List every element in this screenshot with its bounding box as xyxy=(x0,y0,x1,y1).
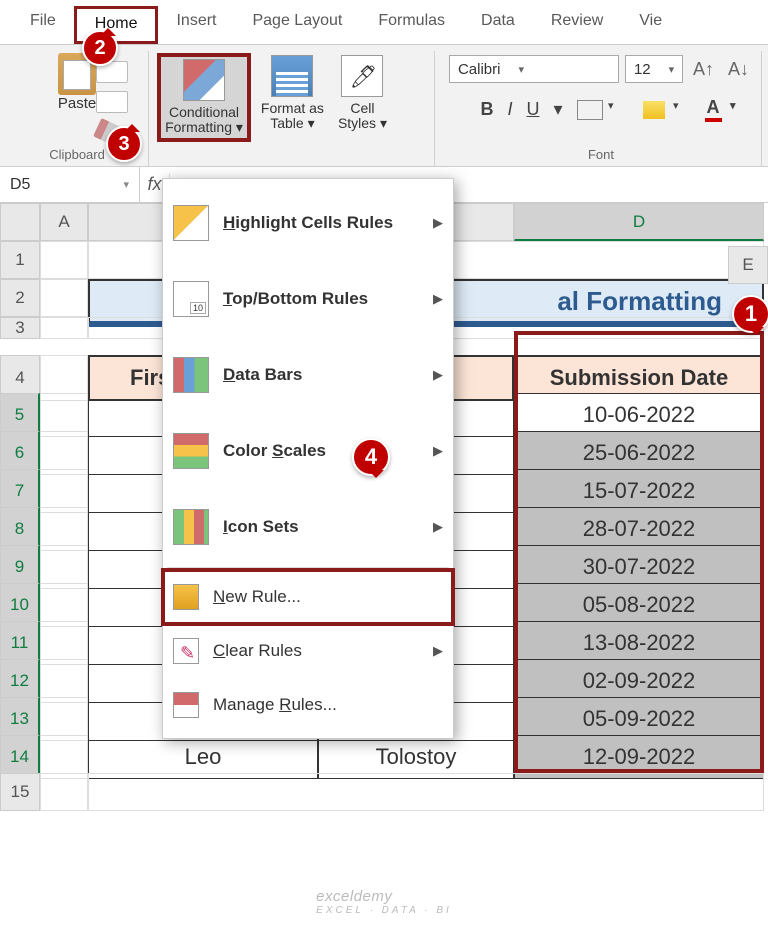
cs-label1: Cell xyxy=(350,101,374,116)
cell-A1[interactable] xyxy=(40,241,88,279)
manage-rules-item[interactable]: Manage Rules... xyxy=(163,678,453,732)
group-styles: Conditional Formatting ▾ Format as Table… xyxy=(149,51,435,166)
col-D[interactable]: D xyxy=(514,203,764,241)
row-1[interactable]: 1 xyxy=(0,241,40,279)
tab-formulas[interactable]: Formulas xyxy=(360,6,463,44)
tab-review[interactable]: Review xyxy=(533,6,621,44)
chevron-right-icon: ▶ xyxy=(433,367,443,383)
top-bottom-rules-item[interactable]: Top/Bottom Rules ▶ xyxy=(163,261,453,337)
copy-icon[interactable] xyxy=(96,91,128,113)
color-scales-item[interactable]: Color Scales ▶ xyxy=(163,413,453,489)
chevron-right-icon: ▶ xyxy=(433,443,443,459)
cell-B15[interactable] xyxy=(88,773,764,811)
font-name-combo[interactable]: Calibri xyxy=(449,55,619,83)
new-rule-icon xyxy=(173,584,199,610)
row-2[interactable]: 2 xyxy=(0,279,40,317)
paste-label: Paste xyxy=(58,95,96,112)
increase-font-icon[interactable]: A↑ xyxy=(689,59,718,80)
col-A[interactable]: A xyxy=(40,203,88,241)
callout-2: 2 xyxy=(82,30,118,66)
font-group-label: Font xyxy=(449,145,753,166)
clear-rules-item[interactable]: Clear Rules ▶ xyxy=(163,624,453,678)
manage-rules-icon xyxy=(173,692,199,718)
decrease-font-icon[interactable]: A↓ xyxy=(724,59,753,80)
watermark: exceldemy EXCEL · DATA · BI xyxy=(316,888,452,916)
tab-data[interactable]: Data xyxy=(463,6,533,44)
cell-A2[interactable] xyxy=(40,279,88,317)
conditional-formatting-icon xyxy=(183,59,225,101)
icon-sets-icon xyxy=(173,509,209,545)
font-size-combo[interactable]: 12 xyxy=(625,55,683,83)
callout-1: 1 xyxy=(732,295,768,333)
cell-styles-button[interactable]: Cell Styles ▾ xyxy=(334,53,391,134)
data-bars-item[interactable]: Data Bars ▶ xyxy=(163,337,453,413)
callout-4: 4 xyxy=(352,438,390,476)
cs-label2: Styles ▾ xyxy=(338,116,387,131)
conditional-formatting-button[interactable]: Conditional Formatting ▾ xyxy=(157,53,251,142)
color-scales-icon xyxy=(173,433,209,469)
cell-A3[interactable] xyxy=(40,317,88,339)
conditional-formatting-dropdown: Highlight Cells Rules ▶ Top/Bottom Rules… xyxy=(162,178,454,739)
callout-3: 3 xyxy=(106,126,142,162)
cf-label1: Conditional xyxy=(169,105,239,120)
font-color-button[interactable]: A xyxy=(705,97,722,122)
tab-insert[interactable]: Insert xyxy=(158,6,234,44)
col-E[interactable]: E xyxy=(728,246,768,284)
borders-button[interactable] xyxy=(577,100,603,120)
group-font: Calibri 12 A↑ A↓ B I U ▾ A Font xyxy=(435,51,762,166)
highlight-cells-icon xyxy=(173,205,209,241)
top-bottom-icon xyxy=(173,281,209,317)
fat-label1: Format as xyxy=(261,101,324,116)
italic-button[interactable]: I xyxy=(507,99,512,120)
cell-styles-icon xyxy=(341,55,383,97)
name-box[interactable]: D5 xyxy=(0,167,140,202)
tab-file[interactable]: File xyxy=(12,6,74,44)
format-as-table-icon xyxy=(271,55,313,97)
row-3[interactable]: 3 xyxy=(0,317,40,339)
cell-A15[interactable] xyxy=(40,773,88,811)
chevron-right-icon: ▶ xyxy=(433,519,443,535)
underline-button[interactable]: U xyxy=(526,99,539,120)
fat-label2: Table ▾ xyxy=(270,116,314,131)
bold-button[interactable]: B xyxy=(480,99,493,120)
clipboard-label: Clipboard xyxy=(49,145,105,166)
clear-rules-icon xyxy=(173,638,199,664)
icon-sets-item[interactable]: Icon Sets ▶ xyxy=(163,489,453,565)
chevron-right-icon: ▶ xyxy=(433,291,443,307)
fill-color-button[interactable] xyxy=(643,101,665,119)
clipboard-mini-buttons xyxy=(96,61,128,113)
chevron-right-icon: ▶ xyxy=(433,643,443,659)
new-rule-item[interactable]: New Rule... xyxy=(163,570,453,624)
highlight-cells-rules-item[interactable]: Highlight Cells Rules ▶ xyxy=(163,185,453,261)
format-as-table-button[interactable]: Format as Table ▾ xyxy=(257,53,328,134)
tab-pagelayout[interactable]: Page Layout xyxy=(234,6,360,44)
row-15[interactable]: 15 xyxy=(0,773,40,811)
tab-view[interactable]: Vie xyxy=(621,6,680,44)
data-bars-icon xyxy=(173,357,209,393)
chevron-right-icon: ▶ xyxy=(433,215,443,231)
cf-label2: Formatting ▾ xyxy=(165,120,243,135)
select-all-corner[interactable] xyxy=(0,203,40,241)
